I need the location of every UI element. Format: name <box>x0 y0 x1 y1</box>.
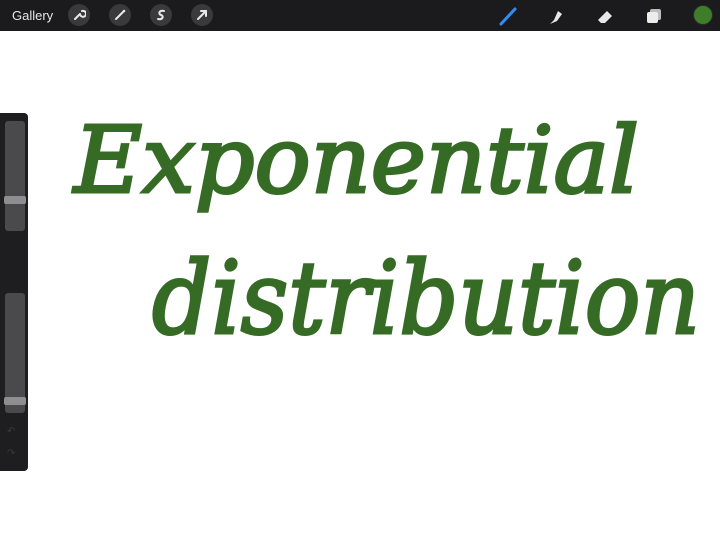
brush-icon[interactable] <box>496 4 520 28</box>
wrench-icon[interactable] <box>68 4 90 26</box>
layers-icon[interactable] <box>642 4 666 28</box>
handwriting-layer: Exponential distribution <box>70 106 701 359</box>
gallery-button[interactable]: Gallery <box>12 8 53 23</box>
eraser-icon[interactable] <box>593 4 617 28</box>
smudge-icon[interactable] <box>544 4 568 28</box>
undo-icon[interactable]: ↶ <box>7 427 19 437</box>
handwriting-line-1: Exponential <box>72 107 639 214</box>
brush-opacity-thumb[interactable] <box>4 397 26 406</box>
drawing-canvas[interactable]: Exponential distribution <box>0 31 720 540</box>
selection-icon[interactable] <box>150 4 172 26</box>
handwriting-line-2: distribution <box>152 240 700 357</box>
transform-arrow-icon[interactable] <box>191 4 213 26</box>
brush-opacity-slider[interactable] <box>5 293 25 413</box>
magic-wand-icon[interactable] <box>109 4 131 26</box>
brush-sidebar: ↶ ↷ <box>0 113 28 471</box>
brush-size-thumb[interactable] <box>4 196 26 205</box>
brush-size-slider[interactable] <box>5 121 25 231</box>
top-toolbar: Gallery <box>0 0 720 31</box>
color-swatch[interactable] <box>693 5 713 25</box>
redo-icon[interactable]: ↷ <box>7 449 19 459</box>
